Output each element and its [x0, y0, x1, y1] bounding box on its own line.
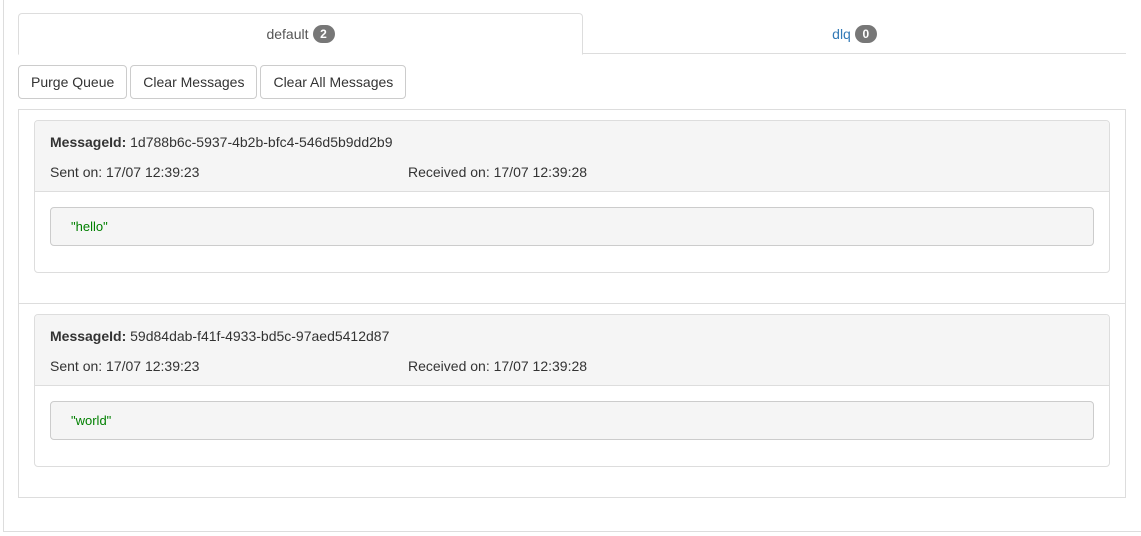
- tab-default-label: default: [266, 26, 309, 42]
- queue-toolbar: Purge Queue Clear Messages Clear All Mes…: [18, 65, 407, 99]
- message-payload: "hello": [50, 207, 1094, 246]
- message-id-value: 59d84dab-f41f-4933-bd5c-97aed5412d87: [130, 328, 390, 344]
- message-received-time: Received on: 17/07 12:39:28: [408, 164, 588, 180]
- clear-all-messages-button[interactable]: Clear All Messages: [260, 65, 407, 99]
- message-list: MessageId: 1d788b6c-5937-4b2b-bfc4-546d5…: [18, 109, 1126, 498]
- tab-dlq[interactable]: dlq 0: [583, 13, 1126, 54]
- clear-messages-button[interactable]: Clear Messages: [130, 65, 258, 99]
- message-body: "hello": [35, 192, 1109, 272]
- queue-tabs: default 2 dlq 0: [18, 13, 1126, 55]
- message-payload: "world": [50, 401, 1094, 440]
- message-panel: MessageId: 1d788b6c-5937-4b2b-bfc4-546d5…: [34, 120, 1110, 273]
- message-id-value: 1d788b6c-5937-4b2b-bfc4-546d5b9dd2b9: [130, 134, 393, 150]
- message-panel: MessageId: 59d84dab-f41f-4933-bd5c-97aed…: [34, 314, 1110, 467]
- purge-queue-button[interactable]: Purge Queue: [18, 65, 128, 99]
- message-body: "world": [35, 386, 1109, 466]
- tab-default-count-badge: 2: [312, 25, 335, 43]
- list-item: MessageId: 59d84dab-f41f-4933-bd5c-97aed…: [19, 303, 1125, 497]
- message-id-label: MessageId:: [50, 328, 127, 344]
- message-sent-time: Sent on: 17/07 12:39:23: [50, 358, 200, 374]
- tab-default[interactable]: default 2: [18, 13, 583, 55]
- list-item: MessageId: 1d788b6c-5937-4b2b-bfc4-546d5…: [19, 110, 1125, 303]
- message-header: MessageId: 59d84dab-f41f-4933-bd5c-97aed…: [35, 315, 1109, 386]
- message-id-label: MessageId:: [50, 134, 127, 150]
- message-received-time: Received on: 17/07 12:39:28: [408, 358, 588, 374]
- tab-dlq-count-badge: 0: [854, 24, 877, 43]
- message-sent-time: Sent on: 17/07 12:39:23: [50, 164, 200, 180]
- message-id-row: MessageId: 59d84dab-f41f-4933-bd5c-97aed…: [50, 328, 389, 344]
- message-header: MessageId: 1d788b6c-5937-4b2b-bfc4-546d5…: [35, 121, 1109, 192]
- tab-dlq-label: dlq: [832, 25, 851, 42]
- message-id-row: MessageId: 1d788b6c-5937-4b2b-bfc4-546d5…: [50, 134, 392, 150]
